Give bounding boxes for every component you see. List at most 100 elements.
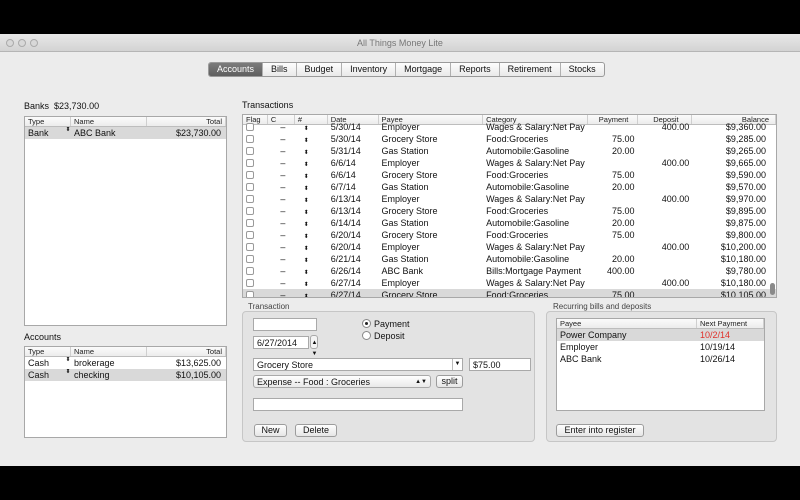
accounts-type-cell: Cash (28, 358, 50, 368)
payee-cell: Employer (381, 242, 420, 252)
chevron-down-icon[interactable]: ▼ (452, 359, 462, 370)
list-item[interactable]: Employer 10/19/14 (557, 341, 764, 353)
flag-checkbox[interactable] (246, 267, 254, 275)
accounts-table[interactable]: Type Name Total Cash ⬍ brokerage $13,625.00 Ca… (24, 346, 227, 438)
flag-cell (243, 169, 268, 181)
table-row[interactable]: – ⬍ 6/27/14 Employer Wages & Salary:Net Pay 4… (243, 277, 776, 289)
split-button[interactable]: split (436, 375, 463, 388)
category-cell: Wages & Salary:Net Pay (486, 242, 585, 252)
chevron-updown-icon[interactable]: ⬍ (303, 258, 310, 265)
tab-retirement[interactable]: Retirement (500, 63, 561, 76)
date-stepper[interactable]: ▲▼ (310, 335, 318, 357)
deposit-radio-label: Deposit (374, 331, 405, 341)
flag-checkbox[interactable] (246, 231, 254, 239)
flag-checkbox[interactable] (246, 171, 254, 179)
check-number-field[interactable] (253, 318, 317, 331)
amount-field[interactable]: $75.00 (469, 358, 531, 371)
table-row[interactable]: – ⬍ 6/20/14 Grocery Store Food:Groceries 75.0… (243, 229, 776, 241)
flag-cell (243, 241, 268, 253)
table-row[interactable]: – ⬍ 6/26/14 ABC Bank Bills:Mortgage Payment 4… (243, 265, 776, 277)
flag-checkbox[interactable] (246, 291, 254, 297)
date-cell: 6/6/14 (330, 158, 356, 168)
tab-inventory[interactable]: Inventory (342, 63, 397, 76)
chevron-updown-icon[interactable]: ⬍ (303, 282, 310, 289)
table-row[interactable]: – ⬍ 6/14/14 Gas Station Automobile:Gasoline 2… (243, 217, 776, 229)
chevron-updown-icon[interactable]: ⬍ (303, 186, 310, 193)
flag-checkbox[interactable] (246, 159, 254, 167)
check-number-cell: ⬍ (295, 145, 328, 157)
tab-bills[interactable]: Bills (263, 63, 297, 76)
chevron-updown-icon[interactable]: ⬍ (303, 222, 310, 229)
table-row[interactable]: Bank ⬍ ABC Bank $23,730.00 (25, 127, 226, 139)
table-row[interactable]: Cash ⬍ checking $10,105.00 (25, 369, 226, 381)
table-row[interactable]: – ⬍ 6/13/14 Grocery Store Food:Groceries 75.0… (243, 205, 776, 217)
flag-checkbox[interactable] (246, 243, 254, 251)
chevron-updown-icon[interactable]: ⬍ (303, 210, 310, 217)
table-row[interactable]: Cash ⬍ brokerage $13,625.00 (25, 357, 226, 369)
flag-checkbox[interactable] (246, 207, 254, 215)
flag-checkbox[interactable] (246, 183, 254, 191)
chevron-updown-icon[interactable]: ⬍ (303, 246, 310, 253)
flag-checkbox[interactable] (246, 147, 254, 155)
chevron-updown-icon[interactable]: ⬍ (303, 270, 310, 277)
table-row[interactable]: – ⬍ 6/13/14 Employer Wages & Salary:Net Pay 4… (243, 193, 776, 205)
tab-stocks[interactable]: Stocks (561, 63, 604, 76)
payee-cell: Employer (381, 278, 420, 288)
chevron-updown-icon[interactable]: ⬍ (303, 138, 310, 145)
chevron-updown-icon[interactable]: ⬍ (303, 162, 310, 169)
table-row[interactable]: – ⬍ 6/21/14 Gas Station Automobile:Gasoline 2… (243, 253, 776, 265)
payee-cell: Employer (381, 158, 420, 168)
flag-checkbox[interactable] (246, 279, 254, 287)
flag-checkbox[interactable] (246, 123, 254, 131)
flag-cell (243, 205, 268, 217)
list-item[interactable]: Power Company 10/2/14 (557, 329, 764, 341)
payee-combo[interactable]: Grocery Store ▼ (253, 358, 463, 371)
memo-field[interactable] (253, 398, 463, 411)
banks-table[interactable]: Type Name Total Bank ⬍ ABC Bank $23,730.00 (24, 116, 227, 326)
recurring-table[interactable]: Payee Next Payment Power Company 10/2/14 Em… (556, 318, 765, 411)
chevron-updown-icon[interactable]: ⬍ (303, 234, 310, 241)
chevron-updown-icon[interactable]: ⬍ (303, 150, 310, 157)
cleared-cell: – (280, 182, 286, 192)
recurring-table-header: Payee Next Payment (557, 319, 764, 329)
table-row[interactable]: – ⬍ 6/20/14 Employer Wages & Salary:Net Pay 4… (243, 241, 776, 253)
date-cell: 5/30/14 (330, 134, 361, 144)
table-row[interactable]: – ⬍ 5/31/14 Gas Station Automobile:Gasoline 2… (243, 145, 776, 157)
date-cell: 6/27/14 (330, 290, 361, 298)
accounts-column-total: Total (147, 347, 226, 356)
enter-into-register-button[interactable]: Enter into register (556, 424, 644, 437)
chevron-updown-icon[interactable]: ⬍ (303, 174, 310, 181)
date-field[interactable]: 6/27/2014 (253, 336, 309, 349)
table-row[interactable]: – ⬍ 6/27/14 Grocery Store Food:Groceries 75.0… (243, 289, 776, 298)
delete-transaction-button[interactable]: Delete (295, 424, 337, 437)
flag-checkbox[interactable] (246, 219, 254, 227)
list-item[interactable]: ABC Bank 10/26/14 (557, 353, 764, 365)
zoom-window-button[interactable] (30, 39, 38, 47)
payment-radio[interactable] (362, 319, 371, 328)
tab-mortgage[interactable]: Mortgage (396, 63, 452, 76)
table-row[interactable]: – ⬍ 6/6/14 Grocery Store Food:Groceries 75.00… (243, 169, 776, 181)
category-select[interactable]: Expense -- Food : Groceries ▲▼ (253, 375, 431, 388)
tab-reports[interactable]: Reports (451, 63, 500, 76)
check-number-cell: ⬍ (295, 277, 328, 289)
deposit-radio[interactable] (362, 331, 371, 340)
tab-budget[interactable]: Budget (297, 63, 343, 76)
flag-checkbox[interactable] (246, 255, 254, 263)
flag-checkbox[interactable] (246, 195, 254, 203)
table-row[interactable]: – ⬍ 5/30/14 Grocery Store Food:Groceries 75.0… (243, 133, 776, 145)
flag-checkbox[interactable] (246, 135, 254, 143)
balance-cell: $9,570.00 (725, 182, 766, 192)
new-transaction-button[interactable]: New (254, 424, 287, 437)
table-row[interactable]: – ⬍ 6/7/14 Gas Station Automobile:Gasoline 20… (243, 181, 776, 193)
table-row[interactable]: – ⬍ 5/30/14 Employer Wages & Salary:Net Pay 4… (243, 121, 776, 133)
chevron-updown-icon[interactable]: ⬍ (303, 198, 310, 205)
chevron-updown-icon[interactable]: ⬍ (303, 126, 310, 133)
close-window-button[interactable] (6, 39, 14, 47)
flag-cell (243, 157, 268, 169)
table-row[interactable]: – ⬍ 6/6/14 Employer Wages & Salary:Net Pay 40… (243, 157, 776, 169)
tab-accounts[interactable]: Accounts (209, 63, 264, 76)
transactions-table[interactable]: Flag C # Date Payee Category Payment Deposit Bal… (242, 114, 777, 298)
transactions-scrollbar[interactable] (770, 283, 775, 295)
minimize-window-button[interactable] (18, 39, 26, 47)
chevron-updown-icon[interactable]: ⬍ (303, 294, 310, 297)
